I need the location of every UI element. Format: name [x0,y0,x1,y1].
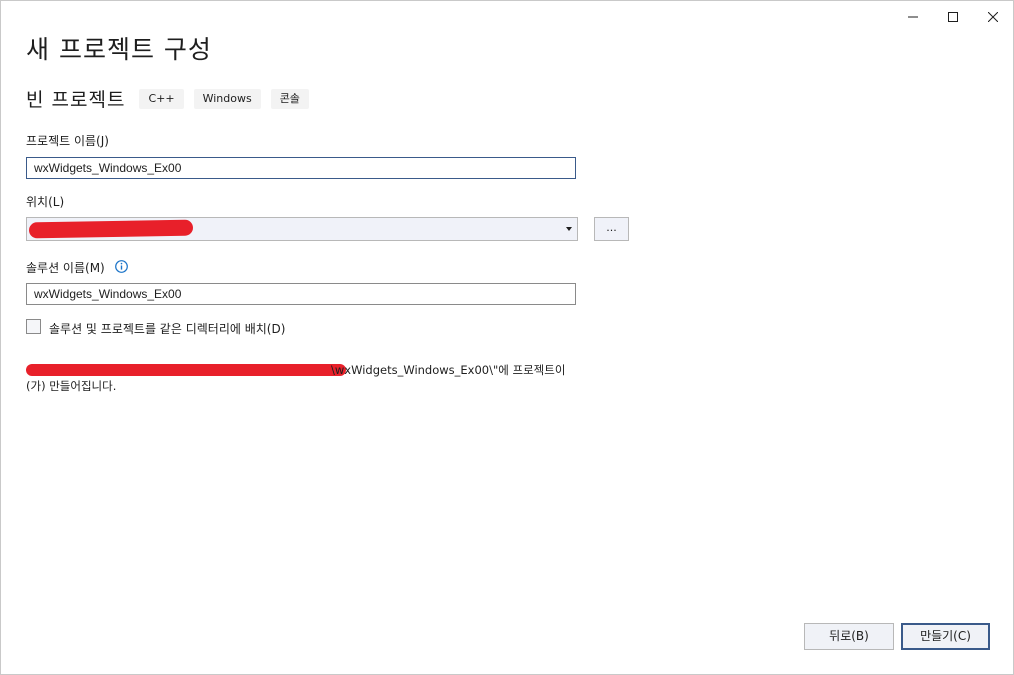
dialog-window: 새 프로젝트 구성 빈 프로젝트 C++ Windows 콘솔 프로젝트 이름(… [0,0,1014,675]
tag-platform: Windows [193,88,261,109]
window-controls [893,1,1013,33]
location-combobox[interactable] [26,217,578,241]
project-name-input[interactable]: wxWidgets_Windows_Ex00 [26,157,576,179]
back-button[interactable]: 뒤로(B) [804,623,894,650]
minimize-icon [908,16,918,18]
close-icon [988,12,998,22]
tag-language: C++ [139,88,184,109]
same-directory-checkbox[interactable] [26,319,41,334]
same-directory-label[interactable]: 솔루션 및 프로젝트를 같은 디렉터리에 배치(D) [49,320,285,337]
path-info-line2: (가) 만들어집니다. [26,379,117,393]
project-path-info: \wxWidgets_Windows_Ex00\"에 프로젝트이 (가) 만들어… [26,362,586,394]
browse-button[interactable]: ... [594,217,629,241]
page-title: 새 프로젝트 구성 [26,35,212,64]
location-label: 위치(L) [26,195,65,209]
info-icon[interactable] [115,260,128,273]
maximize-button[interactable] [933,1,973,33]
template-name: 빈 프로젝트 [26,89,126,111]
create-button[interactable]: 만들기(C) [901,623,990,650]
tag-project-type: 콘솔 [270,88,309,109]
solution-name-value: wxWidgets_Windows_Ex00 [34,287,182,301]
project-name-label: 프로젝트 이름(J) [26,134,109,148]
solution-name-label: 솔루션 이름(M) [26,261,105,275]
minimize-button[interactable] [893,1,933,33]
path-info-line1: \wxWidgets_Windows_Ex00\"에 프로젝트이 [26,362,586,378]
template-summary: 빈 프로젝트 C++ Windows 콘솔 [26,85,319,112]
maximize-icon [948,12,958,22]
chevron-down-icon[interactable] [566,227,572,231]
path-info-tail: \wxWidgets_Windows_Ex00\"에 프로젝트이 [331,363,566,377]
solution-name-input[interactable]: wxWidgets_Windows_Ex00 [26,283,576,305]
redacted-path [26,364,346,376]
redacted-location [28,219,194,239]
project-name-value: wxWidgets_Windows_Ex00 [34,161,182,175]
close-button[interactable] [973,1,1013,33]
